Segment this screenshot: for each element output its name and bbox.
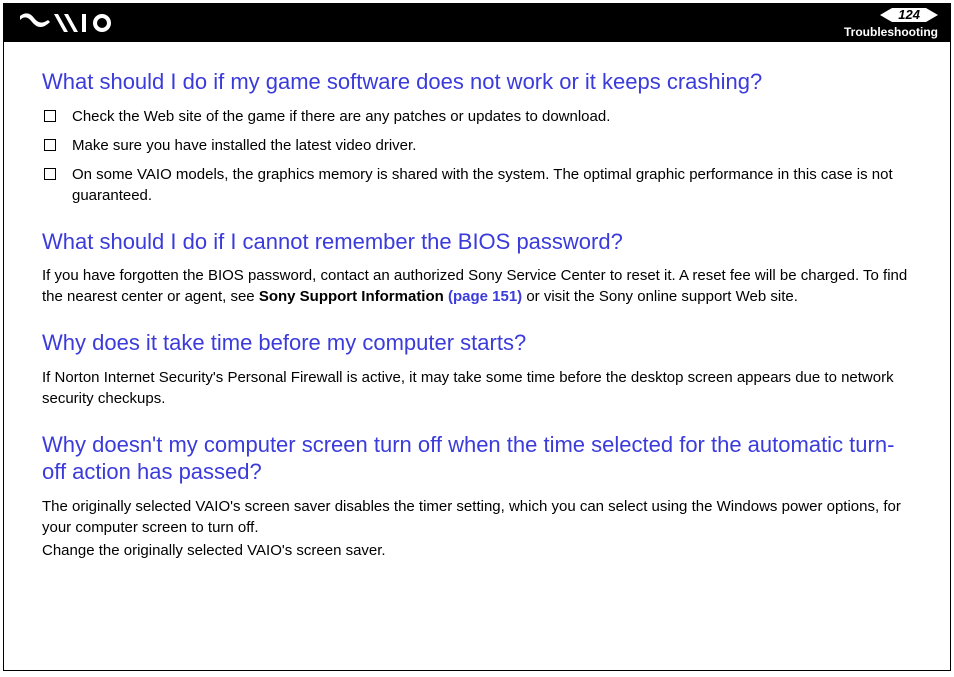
page-link[interactable]: (page 151) bbox=[448, 288, 522, 305]
section-title: Troubleshooting bbox=[844, 25, 938, 39]
text: or visit the Sony online support Web sit… bbox=[522, 288, 798, 305]
prev-page-arrow-icon[interactable] bbox=[880, 8, 892, 22]
header-right: 124 Troubleshooting bbox=[844, 8, 938, 39]
list-item: Check the Web site of the game if there … bbox=[44, 106, 912, 127]
list-item: On some VAIO models, the graphics memory… bbox=[44, 164, 912, 206]
page-nav: 124 bbox=[880, 8, 938, 22]
page-number: 124 bbox=[892, 8, 926, 22]
question-1-list: Check the Web site of the game if there … bbox=[42, 106, 912, 206]
question-4-title: Why doesn't my computer screen turn off … bbox=[42, 431, 912, 486]
question-4-body-1: The originally selected VAIO's screen sa… bbox=[42, 496, 912, 538]
question-3-body: If Norton Internet Security's Personal F… bbox=[42, 367, 912, 409]
content-area: What should I do if my game software doe… bbox=[4, 42, 950, 561]
list-item: Make sure you have installed the latest … bbox=[44, 135, 912, 156]
question-4-body-2: Change the originally selected VAIO's sc… bbox=[42, 540, 912, 561]
text-bold: Sony Support Information bbox=[259, 288, 448, 305]
question-2-body: If you have forgotten the BIOS password,… bbox=[42, 265, 912, 307]
question-1-title: What should I do if my game software doe… bbox=[42, 68, 912, 96]
question-2-title: What should I do if I cannot remember th… bbox=[42, 228, 912, 256]
page-frame: 124 Troubleshooting What should I do if … bbox=[3, 3, 951, 671]
next-page-arrow-icon[interactable] bbox=[926, 8, 938, 22]
vaio-logo bbox=[20, 12, 130, 34]
header-bar: 124 Troubleshooting bbox=[4, 4, 950, 42]
question-3-title: Why does it take time before my computer… bbox=[42, 329, 912, 357]
